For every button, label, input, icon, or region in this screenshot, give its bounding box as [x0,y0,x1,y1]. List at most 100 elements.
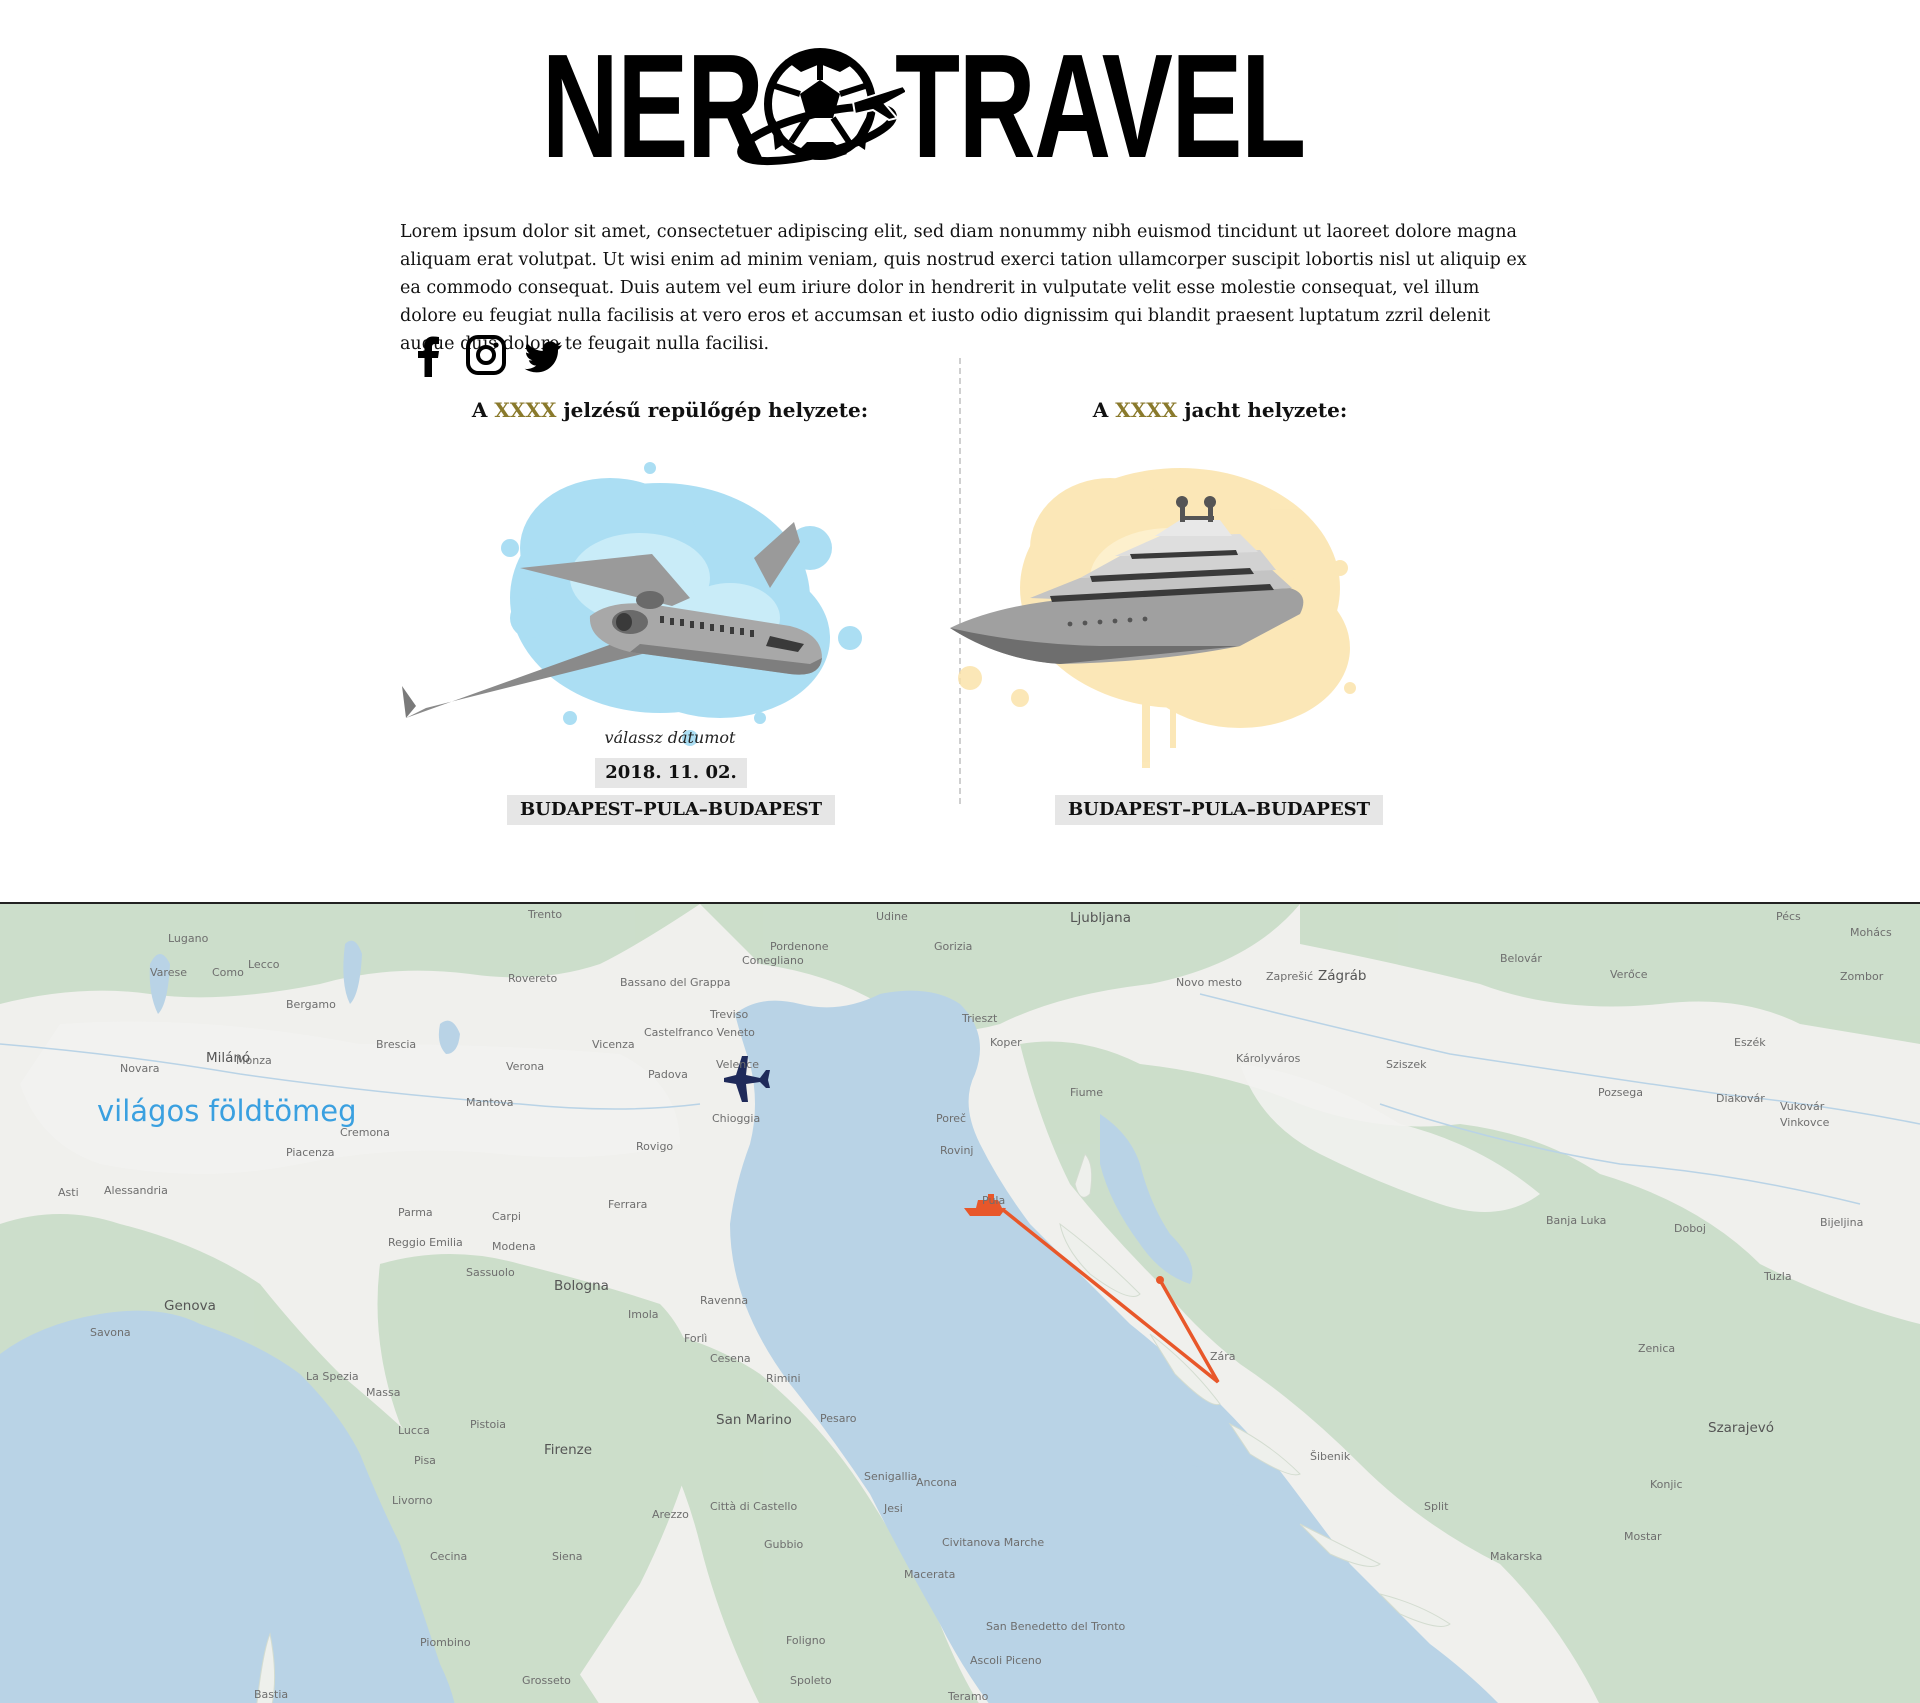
city-label: Spoleto [790,1674,832,1687]
map[interactable]: világos földtömeg Trento Udine Ljubljana… [0,902,1920,1703]
city-label: Pordenone [770,940,829,953]
map-canvas [0,904,1920,1703]
date-picker-label: válassz dátumot [604,728,736,747]
city-label: Rimini [766,1372,801,1385]
city-label: Zaprešić [1266,970,1314,983]
city-label: Vukovár [1780,1100,1825,1113]
yacht-code: XXXX [1115,398,1178,422]
city-label: Asti [58,1186,79,1199]
city-label: Como [212,966,244,979]
date-picker[interactable]: 2018. 11. 02. [595,758,747,788]
city-label: Rovereto [508,972,558,985]
city-label: Alessandria [104,1184,168,1197]
plane-code: XXXX [494,398,557,422]
city-label: Bologna [554,1278,609,1294]
city-label: Velence [716,1058,760,1071]
brand-name-right: TRAVEL [894,24,1306,189]
yacht-title-prefix: A [1092,398,1116,422]
city-label: Fiume [1070,1086,1104,1099]
city-label: Szarajevó [1708,1420,1775,1436]
city-label: Modena [492,1240,536,1253]
city-label: Banja Luka [1546,1214,1607,1227]
city-label: Vinkovce [1780,1116,1830,1129]
city-label: Livorno [392,1494,433,1507]
brand-logo[interactable]: NER TRAVEL [0,33,1920,181]
city-label: Pécs [1776,910,1801,923]
city-label: Zombor [1840,970,1884,983]
city-label: Mostar [1624,1530,1662,1543]
city-label: Città di Castello [710,1500,798,1513]
city-label: Carpi [492,1210,521,1223]
city-label: San Marino [716,1412,792,1428]
city-label: Zára [1210,1350,1236,1363]
yacht-illustration [950,468,1356,768]
route-endpoint [1156,1276,1164,1284]
twitter-icon[interactable] [524,333,564,377]
city-label: Novo mesto [1176,976,1242,989]
city-label: Poreč [936,1112,967,1125]
city-label: Mohács [1850,926,1892,939]
yacht-title-suffix: jacht helyzete: [1177,398,1348,422]
plane-illustration [402,462,862,746]
city-label: Novara [120,1062,160,1075]
city-label: Vicenza [592,1038,635,1051]
city-label: Ascoli Piceno [970,1654,1042,1667]
city-label: Pula [982,1194,1006,1207]
city-label: Split [1424,1500,1449,1513]
city-label: Zenica [1638,1342,1676,1355]
instagram-icon[interactable] [466,333,506,377]
brand-name-left: NER [542,24,764,189]
city-label: Civitanova Marche [942,1536,1045,1549]
city-label: Bijeljina [1820,1216,1864,1229]
city-label: Teramo [948,1690,989,1703]
city-label: Cesena [710,1352,751,1365]
city-label: Trieszt [962,1012,998,1025]
facebook-icon[interactable] [408,333,448,377]
city-label: Ferrara [608,1198,648,1211]
page: NER TRAVEL Lorem ipsum dolor sit amet, c… [0,0,1920,1703]
city-label: Arezzo [652,1508,689,1521]
city-label: Koper [990,1036,1022,1049]
city-label: Piombino [420,1636,471,1649]
city-label: Lecco [248,958,280,971]
city-label: Siena [552,1550,583,1563]
city-label: Tuzla [1764,1270,1792,1283]
city-label: Piacenza [286,1146,335,1159]
city-label: Milánó [206,1050,251,1066]
city-label: Cremona [340,1126,390,1139]
city-label: Forlì [684,1332,708,1345]
city-label: Ljubljana [1070,910,1132,926]
city-label: Imola [628,1308,659,1321]
city-label: Varese [150,966,187,979]
plane-route-button[interactable]: BUDAPEST–PULA–BUDAPEST [507,795,835,825]
city-label: Pisa [414,1454,436,1467]
city-label: Pistoia [470,1418,507,1431]
map-land-legend: világos földtömeg [97,1094,357,1128]
city-label: Treviso [710,1008,749,1021]
city-label: Károlyváros [1236,1052,1301,1065]
city-label: Chioggia [712,1112,761,1125]
yacht-panel-title: A XXXX jacht helyzete: [940,398,1500,422]
city-label: Sassuolo [466,1266,515,1279]
city-label: Diakovár [1716,1092,1765,1105]
city-label: Castelfranco Veneto [644,1026,755,1039]
city-label: Sziszek [1386,1058,1427,1071]
city-label: Ravenna [700,1294,749,1307]
city-label: Parma [398,1206,433,1219]
city-label: Makarska [1490,1550,1543,1563]
city-label: Cecina [430,1550,468,1563]
city-label: Grosseto [522,1674,571,1687]
yacht-panel: A XXXX jacht helyzete: [940,398,1500,838]
plane-title-prefix: A [471,398,495,422]
city-label: Bassano del Grappa [620,976,731,989]
city-label: Bastia [254,1688,289,1701]
city-label: Macerata [904,1568,956,1581]
city-label: Savona [90,1326,131,1339]
yacht-route-button[interactable]: BUDAPEST–PULA–BUDAPEST [1055,795,1383,825]
city-label: Senigallia [864,1470,918,1483]
city-label: Rovinj [940,1144,974,1157]
city-label: Zágráb [1318,968,1367,984]
city-label: Belovár [1500,952,1542,965]
city-label: Gubbio [764,1538,804,1551]
city-label: Pozsega [1598,1086,1643,1099]
